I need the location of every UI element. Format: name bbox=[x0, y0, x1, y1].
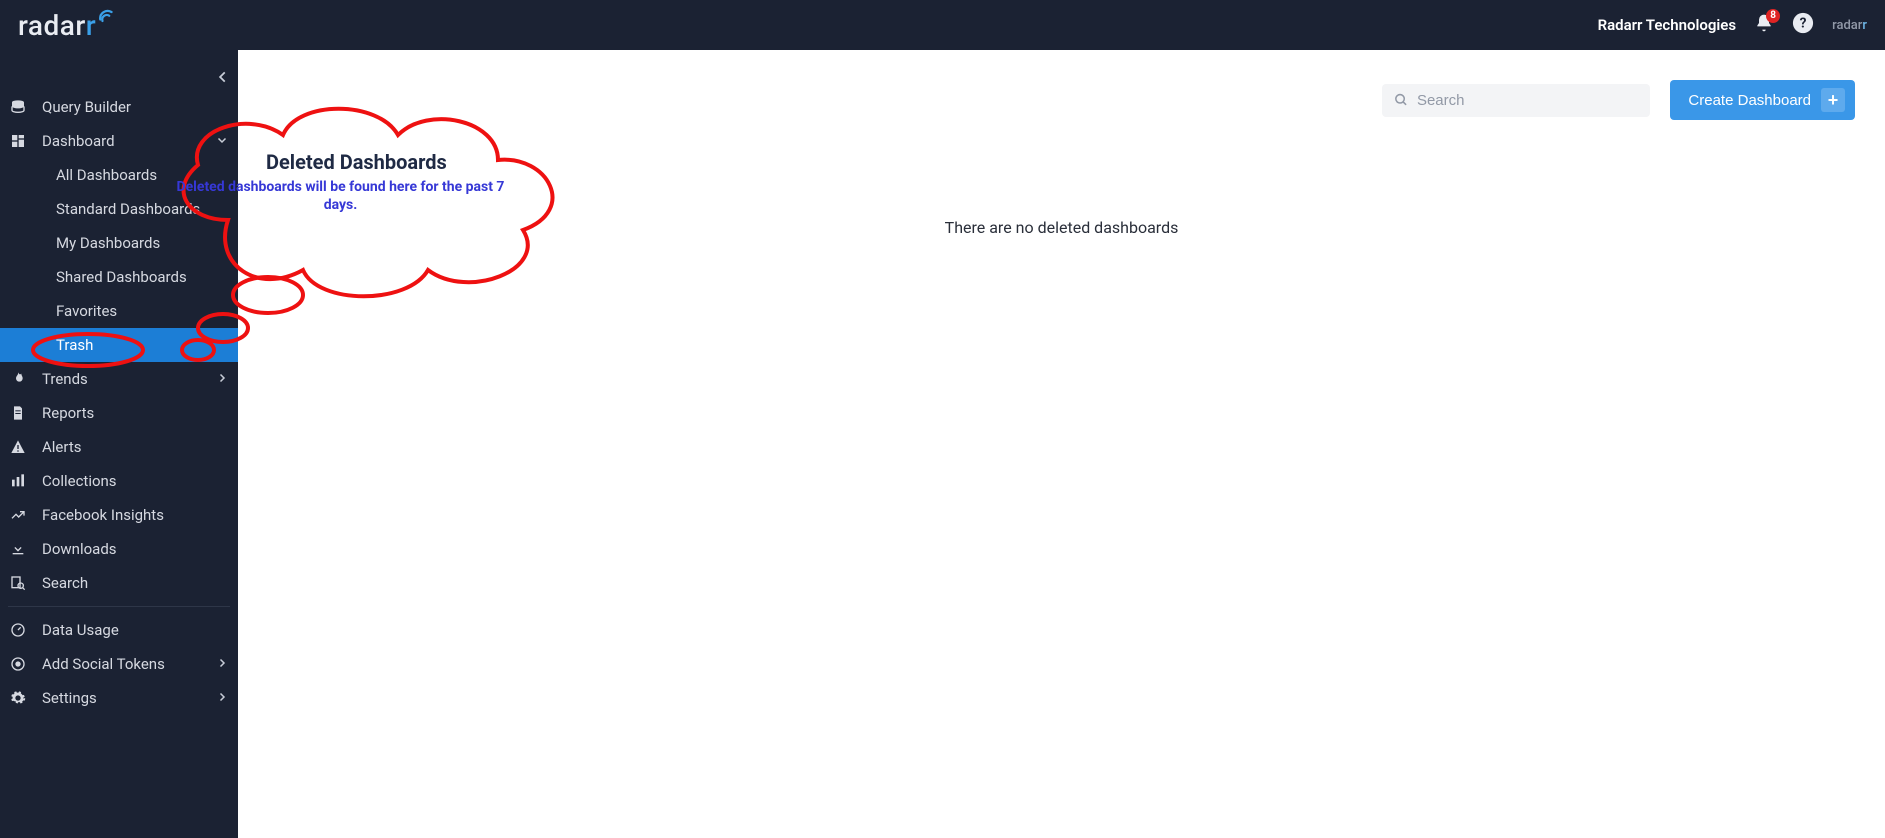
nav-label: Dashboard bbox=[42, 132, 202, 150]
nav-label: Collections bbox=[42, 472, 228, 490]
nav-label: Reports bbox=[42, 404, 228, 422]
nav-trends[interactable]: Trends bbox=[0, 362, 238, 396]
collapse-sidebar-button[interactable] bbox=[216, 70, 230, 88]
help-button[interactable]: ? bbox=[1792, 12, 1814, 38]
gauge-icon bbox=[8, 622, 28, 638]
collections-icon bbox=[8, 473, 28, 489]
search-page-icon bbox=[8, 575, 28, 591]
nav-label: Facebook Insights bbox=[42, 506, 228, 524]
flame-icon bbox=[8, 371, 28, 387]
nav-label: Downloads bbox=[42, 540, 228, 558]
plus-icon: + bbox=[1821, 88, 1845, 112]
chevron-down-icon bbox=[216, 132, 228, 150]
main-topbar: Create Dashboard + bbox=[238, 50, 1885, 130]
subnav-trash[interactable]: Trash bbox=[0, 328, 238, 362]
chevron-left-icon bbox=[216, 70, 230, 84]
empty-state-text: There are no deleted dashboards bbox=[238, 218, 1885, 237]
nav-search[interactable]: Search bbox=[0, 566, 238, 600]
subnav-all-dashboards[interactable]: All Dashboards bbox=[0, 158, 238, 192]
nav-label: Add Social Tokens bbox=[42, 655, 202, 673]
brand-logo: radarr bbox=[18, 9, 116, 42]
header-right: Radarr Technologies 8 ? radarr bbox=[1598, 12, 1867, 38]
dashboard-icon bbox=[8, 133, 28, 149]
nav-label: Query Builder bbox=[42, 98, 228, 116]
main-content: Create Dashboard + Deleted Dashboards Th… bbox=[238, 50, 1885, 838]
subnav-favorites[interactable]: Favorites bbox=[0, 294, 238, 328]
create-dashboard-button[interactable]: Create Dashboard + bbox=[1670, 80, 1855, 120]
nav-collections[interactable]: Collections bbox=[0, 464, 238, 498]
subnav-shared-dashboards[interactable]: Shared Dashboards bbox=[0, 260, 238, 294]
subnav-my-dashboards[interactable]: My Dashboards bbox=[0, 226, 238, 260]
create-label: Create Dashboard bbox=[1688, 92, 1811, 109]
nav-label: Settings bbox=[42, 689, 202, 707]
org-name[interactable]: Radarr Technologies bbox=[1598, 16, 1737, 34]
nav-reports[interactable]: Reports bbox=[0, 396, 238, 430]
alert-icon bbox=[8, 439, 28, 455]
brand-accent: r bbox=[86, 9, 96, 42]
wifi-arc-icon bbox=[98, 9, 116, 27]
nav-label: Trends bbox=[42, 370, 202, 388]
notif-badge: 8 bbox=[1766, 9, 1780, 23]
page-title: Deleted Dashboards bbox=[266, 150, 1885, 174]
app-header: radarr Radarr Technologies 8 ? radarr bbox=[0, 0, 1885, 50]
chevron-right-icon bbox=[216, 655, 228, 673]
nav-label: Alerts bbox=[42, 438, 228, 456]
chevron-right-icon bbox=[216, 370, 228, 388]
nav-dashboard[interactable]: Dashboard bbox=[0, 124, 238, 158]
token-icon bbox=[8, 656, 28, 672]
nav-label: Search bbox=[42, 574, 228, 592]
nav-downloads[interactable]: Downloads bbox=[0, 532, 238, 566]
svg-text:?: ? bbox=[1800, 16, 1807, 32]
nav-data-usage[interactable]: Data Usage bbox=[0, 613, 238, 647]
document-icon bbox=[8, 405, 28, 421]
nav-add-social-tokens[interactable]: Add Social Tokens bbox=[0, 647, 238, 681]
help-icon: ? bbox=[1792, 12, 1814, 34]
gear-icon bbox=[8, 690, 28, 706]
brand-text: radar bbox=[18, 9, 86, 42]
analytics-icon bbox=[8, 507, 28, 523]
notifications-button[interactable]: 8 bbox=[1754, 13, 1774, 37]
subnav-standard-dashboards[interactable]: Standard Dashboards bbox=[0, 192, 238, 226]
search-box[interactable] bbox=[1382, 84, 1650, 117]
nav-facebook-insights[interactable]: Facebook Insights bbox=[0, 498, 238, 532]
search-input[interactable] bbox=[1417, 92, 1638, 109]
search-icon bbox=[1394, 92, 1409, 108]
nav-query-builder[interactable]: Query Builder bbox=[0, 90, 238, 124]
nav-settings[interactable]: Settings bbox=[0, 681, 238, 715]
chevron-right-icon bbox=[216, 689, 228, 707]
sidebar: Query Builder Dashboard All Dashboards S… bbox=[0, 50, 238, 838]
database-icon bbox=[8, 99, 28, 115]
nav-label: Data Usage bbox=[42, 621, 228, 639]
nav-alerts[interactable]: Alerts bbox=[0, 430, 238, 464]
download-icon bbox=[8, 541, 28, 557]
mini-brand: radarr bbox=[1832, 18, 1867, 33]
divider bbox=[8, 606, 230, 607]
